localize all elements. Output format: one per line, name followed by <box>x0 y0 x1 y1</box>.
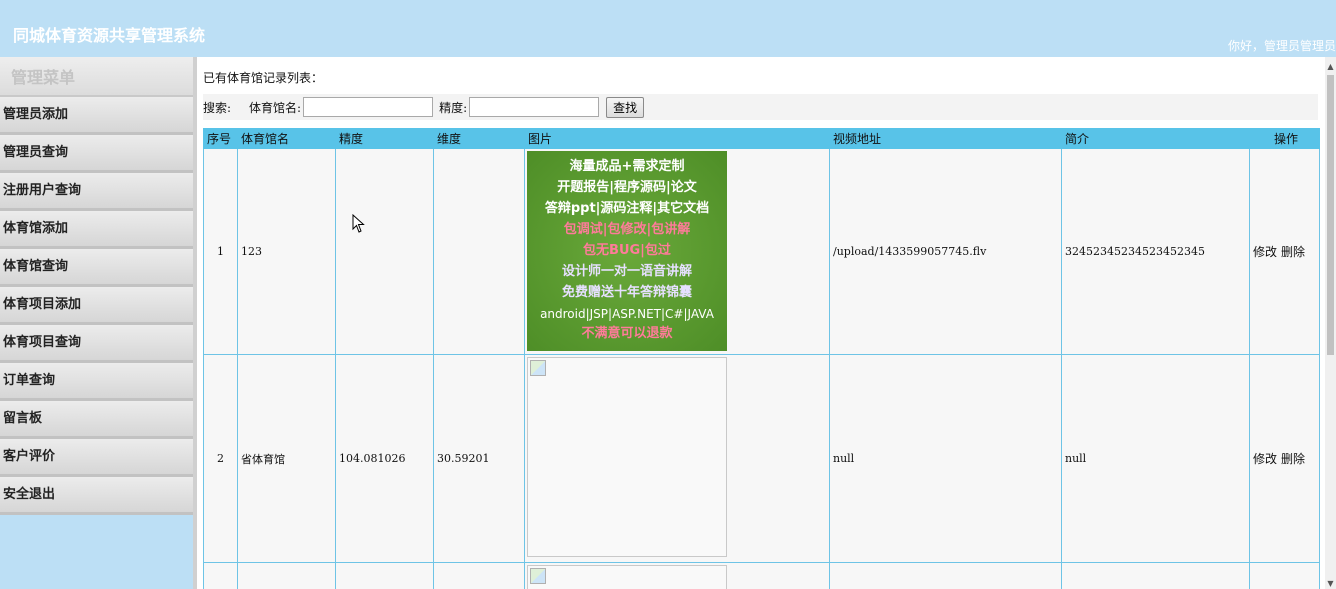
gym-name-input[interactable] <box>303 97 434 117</box>
broken-image[interactable] <box>527 357 727 557</box>
precision-label: 精度: <box>439 100 468 115</box>
delete-link[interactable]: 删除 <box>1281 245 1305 259</box>
scroll-thumb[interactable] <box>1327 75 1334 355</box>
cell-name: 省体育馆 <box>237 354 336 563</box>
mouse-cursor-icon <box>352 214 365 233</box>
cell-actions: 修改 删除 <box>1249 354 1320 563</box>
sidebar-item-admin-query[interactable]: 管理员查询 <box>0 135 193 173</box>
promo-line: 海量成品+需求定制 <box>569 159 685 175</box>
welcome-text: 你好，管理员管理员 <box>1227 39 1336 53</box>
cell-dimension <box>433 148 525 355</box>
sidebar-item-order-query[interactable]: 订单查询 <box>0 363 193 401</box>
cell-index: 2 <box>203 354 238 563</box>
main-content: 已有体育馆记录列表： 搜索: 体育馆名: 精度: 查找 序号 体育馆名 精度 维… <box>197 57 1325 589</box>
promo-line: 包调试|包修改|包讲解 <box>563 222 691 238</box>
cell-image: 海量成品+需求定制 开题报告|程序源码|论文 答辩ppt|源码注释|其它文档 包… <box>524 148 830 355</box>
gym-name-label: 体育馆名: <box>249 100 302 115</box>
promo-line: 开题报告|程序源码|论文 <box>557 180 697 196</box>
cell-precision: 104.081026 <box>335 354 434 563</box>
scroll-down-arrow-icon[interactable]: ▼ <box>1326 579 1335 589</box>
search-label: 搜索: <box>203 100 232 115</box>
cell-intro: null <box>1061 354 1250 563</box>
cell-name: 123 <box>237 148 336 355</box>
col-header-dimension: 维度 <box>433 128 525 149</box>
table-header-row: 序号 体育馆名 精度 维度 图片 视频地址 简介 操作 <box>203 128 1320 149</box>
col-header-precision: 精度 <box>335 128 434 149</box>
cell-video: null <box>829 354 1062 563</box>
precision-input[interactable] <box>469 97 600 117</box>
promo-line: 不满意可以退款 <box>581 326 673 342</box>
list-title: 已有体育馆记录列表： <box>203 71 324 85</box>
sidebar-item-sport-query[interactable]: 体育项目查询 <box>0 325 193 363</box>
col-header-index: 序号 <box>203 128 238 149</box>
broken-image-icon <box>530 360 546 376</box>
cell-intro: 32452345234523452345 <box>1061 148 1250 355</box>
cell-actions: 修改 删除 <box>1249 148 1320 355</box>
edit-link[interactable]: 修改 <box>1253 452 1277 466</box>
broken-image[interactable] <box>527 565 727 589</box>
promo-line: android|JSP|ASP.NET|C#|JAVA <box>540 306 714 321</box>
cell-index <box>203 562 238 589</box>
table-row <box>203 562 1320 589</box>
sidebar: 管理菜单 管理员添加 管理员查询 注册用户查询 体育馆添加 体育馆查询 体育项目… <box>0 57 193 589</box>
table-row: 2 省体育馆 104.081026 30.59201 null null 修改删… <box>203 354 1320 563</box>
col-header-video: 视频地址 <box>829 128 1062 149</box>
promo-line: 包无BUG|包过 <box>583 242 671 258</box>
edit-link[interactable]: 修改 <box>1253 245 1277 259</box>
promo-line: 设计师一对一语音讲解 <box>561 263 692 279</box>
scroll-up-arrow-icon[interactable]: ▲ <box>1326 62 1335 72</box>
sidebar-item-gym-add[interactable]: 体育馆添加 <box>0 211 193 249</box>
broken-image-icon <box>530 568 546 584</box>
sidebar-item-admin-add[interactable]: 管理员添加 <box>0 97 193 135</box>
menu-heading: 管理菜单 <box>0 57 193 97</box>
gym-table: 序号 体育馆名 精度 维度 图片 视频地址 简介 操作 1 123 海量成品+需… <box>203 128 1320 589</box>
promo-line: 免费赠送十年答辩锦囊 <box>561 284 692 300</box>
cell-intro <box>1061 562 1250 589</box>
table-row: 1 123 海量成品+需求定制 开题报告|程序源码|论文 答辩ppt|源码注释|… <box>203 148 1320 355</box>
col-header-image: 图片 <box>524 128 830 149</box>
cell-image <box>524 354 830 563</box>
col-header-intro: 简介 <box>1061 128 1250 149</box>
cell-precision <box>335 148 434 355</box>
cell-name <box>237 562 336 589</box>
promo-line: 答辩ppt|源码注释|其它文档 <box>544 201 710 217</box>
cell-dimension <box>433 562 525 589</box>
sidebar-item-user-query[interactable]: 注册用户查询 <box>0 173 193 211</box>
sidebar-item-customer-review[interactable]: 客户评价 <box>0 439 193 477</box>
search-button[interactable]: 查找 <box>606 96 645 118</box>
cell-video <box>829 562 1062 589</box>
sidebar-item-logout[interactable]: 安全退出 <box>0 477 193 515</box>
app-title: 同城体育资源共享管理系统 <box>13 26 206 45</box>
cell-precision <box>335 562 434 589</box>
search-bar: 搜索: 体育馆名: 精度: 查找 <box>203 94 1318 120</box>
sidebar-item-sport-add[interactable]: 体育项目添加 <box>0 287 193 325</box>
promo-image[interactable]: 海量成品+需求定制 开题报告|程序源码|论文 答辩ppt|源码注释|其它文档 包… <box>527 151 727 351</box>
cell-image <box>524 562 830 589</box>
cell-video: /upload/1433599057745.flv <box>829 148 1062 355</box>
cell-actions <box>1249 562 1320 589</box>
app-header: 同城体育资源共享管理系统 你好，管理员管理员 <box>0 0 1336 57</box>
cell-index: 1 <box>203 148 238 355</box>
delete-link[interactable]: 删除 <box>1281 452 1305 466</box>
sidebar-item-message-board[interactable]: 留言板 <box>0 401 193 439</box>
col-header-actions: 操作 <box>1249 128 1320 149</box>
sidebar-item-gym-query[interactable]: 体育馆查询 <box>0 249 193 287</box>
vertical-scrollbar[interactable]: ▲ ▼ <box>1325 57 1336 589</box>
col-header-name: 体育馆名 <box>237 128 336 149</box>
cell-dimension: 30.59201 <box>433 354 525 563</box>
